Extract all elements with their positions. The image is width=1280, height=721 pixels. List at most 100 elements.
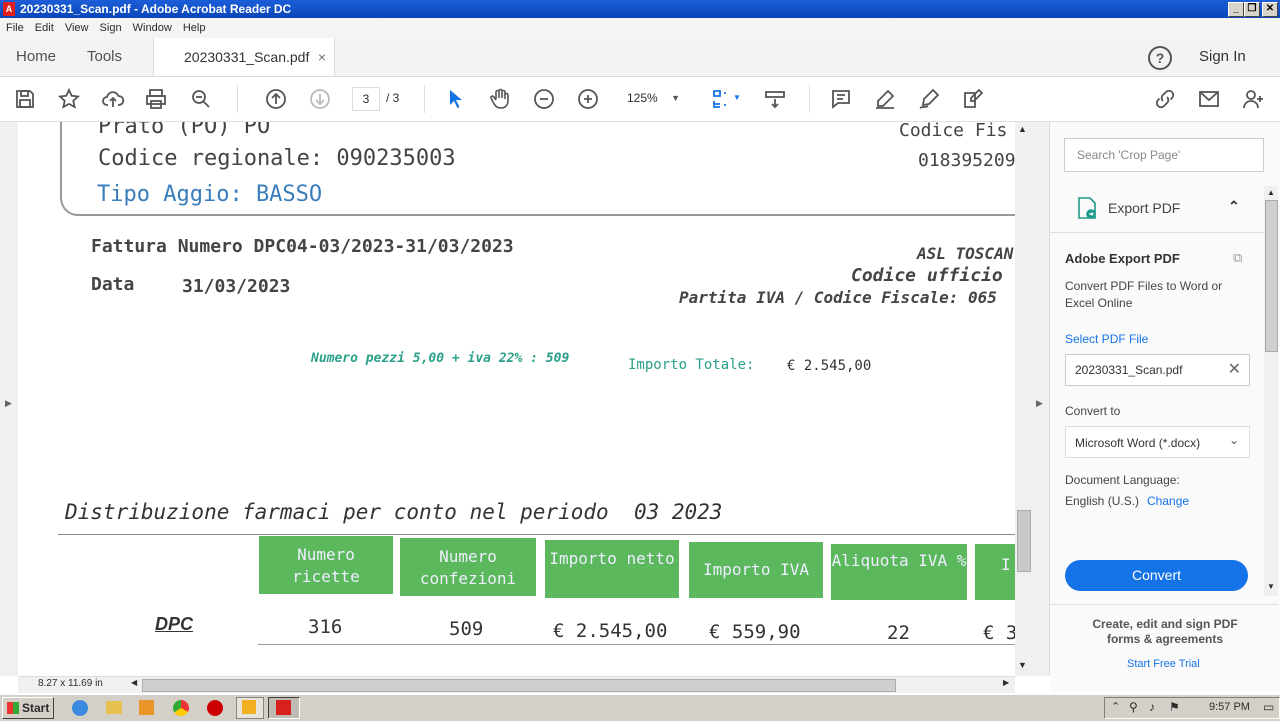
sign-pen-icon[interactable] [915,85,943,113]
zoom-search-icon[interactable] [187,85,215,113]
select-cursor-icon[interactable] [442,85,470,113]
system-tray: ⌃ ⚲ ♪ ⚑ 9:57 PM ▭ [1104,697,1280,719]
menu-sign[interactable]: Sign [100,22,122,34]
tab-tools[interactable]: Tools [87,38,122,76]
sign-in-button[interactable]: Sign In [1199,38,1246,76]
taskbar-acrobat-button[interactable] [268,697,300,719]
zoom-out-icon[interactable] [530,85,558,113]
expand-left-icon: ▶ [5,398,12,408]
start-label: Start [22,701,50,715]
search-tools-input[interactable]: Search 'Crop Page' [1064,138,1264,172]
selected-file-field[interactable]: 20230331_Scan.pdf ✕ [1065,354,1250,386]
export-pdf-title[interactable]: Export PDF [1108,200,1180,216]
network-icon[interactable]: ⚲ [1129,700,1138,714]
highlight-pen-icon[interactable] [871,85,899,113]
hscroll-right-icon[interactable]: ▶ [1003,678,1009,687]
close-window-button[interactable]: ✕ [1262,2,1278,17]
help-icon[interactable]: ? [1148,46,1172,70]
cell-importo-netto: € 2.545,00 [553,620,668,642]
menu-bar: File Edit View Sign Window Help [0,18,1280,38]
menu-file[interactable]: File [6,22,24,34]
edit-pdf-icon[interactable] [959,85,987,113]
panel-divider [1050,232,1278,233]
start-button[interactable]: Start [2,697,54,719]
change-language-link[interactable]: Change [1147,494,1189,508]
bookmark-star-icon[interactable] [55,85,83,113]
email-icon[interactable] [1195,85,1223,113]
tray-arrow-icon[interactable]: ⌃ [1111,700,1120,713]
header-numero-ricette: Numero ricette [259,536,393,594]
fattura-numero: Fattura Numero DPC04-03/2023-31/03/2023 [91,236,514,257]
clock[interactable]: 9:57 PM [1209,701,1250,713]
partita-iva: Partita IVA / Codice Fiscale: 065 [679,288,997,307]
page-number-input[interactable]: 3 [352,87,380,111]
scroll-down-icon[interactable]: ▼ [1018,660,1027,670]
windows-logo-icon [7,702,19,714]
close-tab-icon[interactable]: × [318,38,326,76]
toolbar-divider [424,85,425,113]
upload-cloud-icon[interactable] [99,85,127,113]
menu-edit[interactable]: Edit [35,22,54,34]
tab-document[interactable]: 20230331_Scan.pdf × [153,38,335,76]
print-icon[interactable] [142,85,170,113]
tab-home[interactable]: Home [16,38,56,76]
fit-dropdown-icon[interactable]: ▼ [733,93,741,102]
volume-icon[interactable]: ♪ [1149,700,1155,714]
hscroll-left-icon[interactable]: ◀ [131,678,137,687]
left-panel-toggle[interactable]: ▶ [0,122,19,676]
show-desktop-icon[interactable]: ▭ [1263,700,1274,714]
header-aliquota-iva: Aliquota IVA % [831,544,967,600]
media-player-icon[interactable] [139,700,154,715]
page-size: 8.27 x 11.69 in [38,678,103,689]
panel-scroll-up-icon[interactable]: ▲ [1267,188,1275,197]
cell-aliquota: 22 [887,622,910,644]
opera-icon[interactable] [207,700,223,716]
share-link-icon[interactable] [1151,85,1179,113]
document-language-value: English (U.S.) [1065,494,1140,508]
menu-window[interactable]: Window [133,22,172,34]
cell-numero-confezioni: 509 [449,618,484,640]
comment-icon[interactable] [827,85,855,113]
chrome-icon[interactable] [173,700,189,716]
scroll-up-icon[interactable]: ▲ [1018,124,1027,134]
right-panel-toggle[interactable]: ▶ [1031,122,1050,676]
importo-totale-value: € 2.545,00 [787,358,872,374]
panel-scrollbar[interactable]: ▲ ▼ [1264,186,1278,596]
page-total: / 3 [386,91,400,105]
cell-numero-ricette: 316 [308,616,343,638]
zoom-in-icon[interactable] [574,85,602,113]
previous-page-icon[interactable] [262,85,290,113]
fit-page-icon[interactable] [708,85,736,113]
menu-view[interactable]: View [65,22,89,34]
ie-icon[interactable] [72,700,88,716]
taskbar-app-button[interactable] [236,697,264,719]
panel-scroll-thumb[interactable] [1265,200,1278,352]
minimize-button[interactable]: _ [1228,2,1244,17]
zoom-dropdown[interactable]: 125% ▼ [620,87,688,109]
maximize-button[interactable]: ❐ [1244,2,1260,17]
acrobat-taskbar-icon [276,700,291,715]
menu-help[interactable]: Help [183,22,206,34]
save-icon[interactable] [11,85,39,113]
start-free-trial-link[interactable]: Start Free Trial [1127,658,1200,670]
panel-scroll-down-icon[interactable]: ▼ [1267,582,1275,591]
header-truncated: I [975,544,1015,600]
document-view[interactable]: Prato (PO) PO Codice regionale: 09023500… [18,122,1015,676]
clear-file-icon[interactable]: ✕ [1228,359,1241,379]
chevron-down-icon: ▼ [671,93,680,103]
select-pdf-file-link[interactable]: Select PDF File [1065,332,1148,346]
format-select[interactable]: Microsoft Word (*.docx) ⌄ [1065,426,1250,458]
hscroll-thumb[interactable] [142,679,896,692]
hand-tool-icon[interactable] [486,85,514,113]
copy-icon[interactable]: ⧉ [1233,250,1242,266]
next-page-icon[interactable] [306,85,334,113]
vertical-scrollbar[interactable]: ▲ ▼ [1015,122,1031,676]
window-title: 20230331_Scan.pdf - Adobe Acrobat Reader… [20,2,292,16]
convert-button[interactable]: Convert [1065,560,1248,591]
folder-icon[interactable] [106,701,122,714]
scroll-thumb[interactable] [1017,510,1031,572]
collapse-chevron-icon[interactable]: ⌃ [1228,198,1240,215]
scroll-mode-icon[interactable] [761,85,789,113]
action-center-icon[interactable]: ⚑ [1169,700,1180,714]
add-user-icon[interactable] [1239,85,1267,113]
